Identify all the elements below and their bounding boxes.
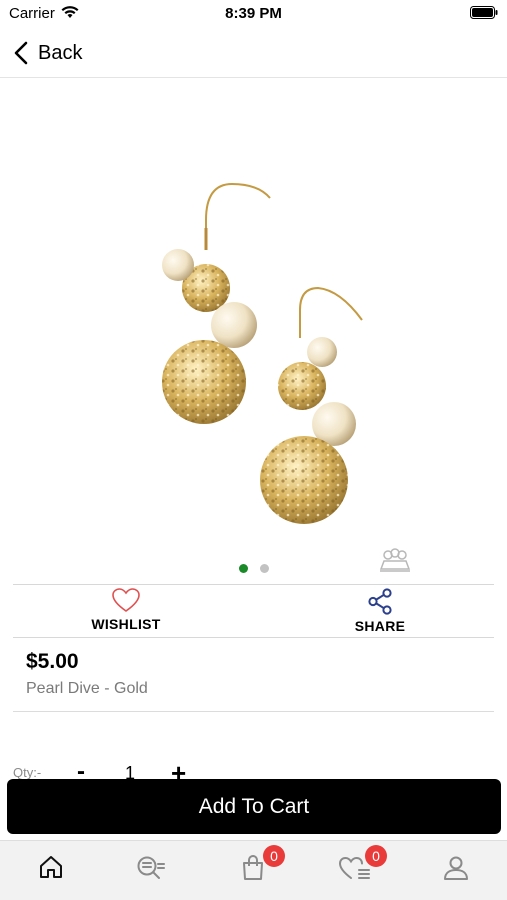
cart-badge: 0 — [263, 845, 285, 867]
action-row: WISHLIST SHARE — [13, 584, 494, 638]
navigation-bar: Back — [0, 30, 507, 78]
home-icon — [40, 856, 62, 878]
quantity-label: Qty:- — [13, 765, 42, 780]
add-to-cart-button[interactable]: Add To Cart — [7, 779, 501, 834]
tab-account[interactable] — [436, 855, 476, 895]
product-price: $5.00 — [26, 650, 79, 673]
divider — [13, 711, 494, 712]
share-icon — [368, 588, 392, 615]
shopping-bag-icon — [243, 855, 263, 880]
heart-icon — [112, 588, 140, 612]
pager-dot[interactable] — [260, 564, 269, 573]
search-list-icon — [137, 856, 165, 879]
status-time: 8:39 PM — [225, 5, 282, 22]
product-name: Pearl Dive - Gold — [26, 680, 148, 697]
crown-logo-icon — [379, 548, 411, 572]
share-button[interactable]: SHARE — [305, 585, 455, 639]
tab-bar: 0 0 — [0, 840, 507, 900]
tab-home[interactable] — [31, 855, 71, 895]
pager-dot-active[interactable] — [239, 564, 248, 573]
user-icon — [444, 856, 468, 880]
back-label: Back — [38, 41, 83, 64]
chevron-left-icon — [14, 41, 28, 65]
share-label: SHARE — [354, 618, 406, 634]
tab-search[interactable] — [131, 855, 171, 895]
product-image[interactable] — [140, 178, 380, 538]
wishlist-badge: 0 — [365, 845, 387, 867]
battery-icon — [470, 6, 498, 19]
tab-cart[interactable]: 0 — [233, 845, 285, 895]
back-button[interactable]: Back — [14, 38, 82, 68]
wishlist-button[interactable]: WISHLIST — [51, 585, 201, 639]
wishlist-label: WISHLIST — [91, 616, 161, 632]
image-pager[interactable] — [0, 564, 507, 574]
status-bar: Carrier 8:39 PM — [0, 0, 507, 30]
tab-wishlist[interactable]: 0 — [335, 845, 387, 895]
